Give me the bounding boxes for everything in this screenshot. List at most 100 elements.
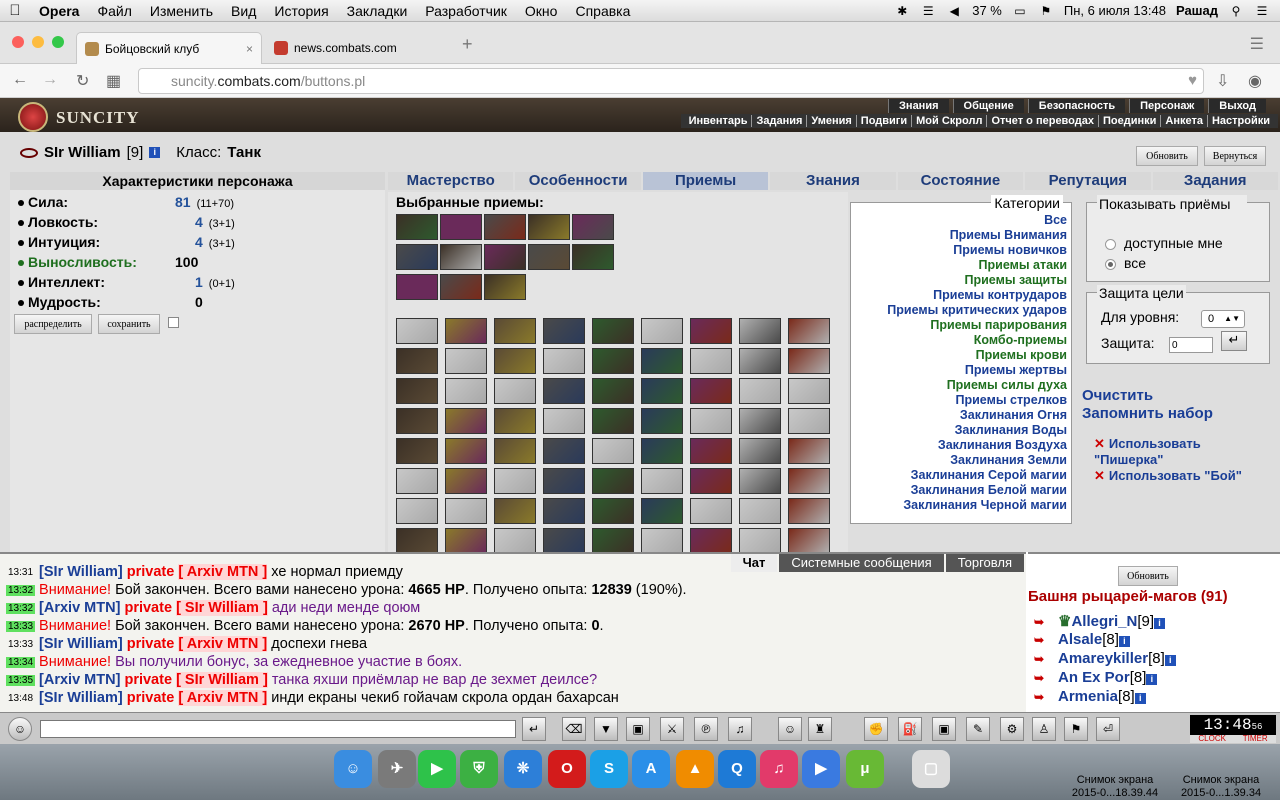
chat-timestamp[interactable]: 13:32	[6, 602, 36, 614]
smile-icon[interactable]: ☺	[778, 717, 802, 741]
chat-timestamp[interactable]: 13:33	[6, 638, 36, 650]
maximize-window-icon[interactable]	[52, 36, 64, 48]
launchpad-icon[interactable]: ✈	[378, 750, 416, 788]
subnav-fights[interactable]: Поединки	[1097, 115, 1160, 127]
level-select[interactable]: 0 ▲▼	[1201, 310, 1245, 328]
skill-icon[interactable]	[494, 318, 536, 344]
vlc-icon[interactable]: ▲	[676, 750, 714, 788]
skill-icon[interactable]	[445, 408, 487, 434]
online-user[interactable]: ➥ An Ex Por[8] i	[1034, 669, 1158, 686]
skill-icon[interactable]	[592, 468, 634, 494]
fight-icon[interactable]: ⚔	[660, 717, 684, 741]
skill-icon[interactable]	[641, 378, 683, 404]
tab-features[interactable]: Особенности	[515, 172, 641, 190]
reload-icon[interactable]: ↻	[76, 71, 89, 91]
skill-icon[interactable]	[788, 408, 830, 434]
use-pisherka-link[interactable]: ✕ Использовать	[1094, 436, 1201, 452]
distribute-button[interactable]: распределить	[14, 314, 92, 334]
nav-character[interactable]: Персонаж	[1129, 99, 1205, 113]
map-icon[interactable]: ⚑	[1064, 717, 1088, 741]
online-user[interactable]: ➥ Alsale[8] i	[1034, 631, 1130, 648]
chat-recipient[interactable]: Arxiv MTN	[187, 636, 259, 652]
remember-set-link[interactable]: Запомнить набор	[1082, 405, 1213, 422]
save-icon[interactable]: ▣	[626, 717, 650, 741]
category-item[interactable]: Приемы стрелков	[956, 393, 1068, 407]
speed-dial-icon[interactable]: ▦	[106, 71, 121, 91]
skill-icon[interactable]	[690, 528, 732, 554]
skill-icon[interactable]	[396, 408, 438, 434]
online-user[interactable]: ➥ Amareykiller[8] i	[1034, 650, 1176, 667]
category-item[interactable]: Приемы атаки	[979, 258, 1067, 272]
skill-icon[interactable]	[739, 498, 781, 524]
music-icon[interactable]: ♫	[728, 717, 752, 741]
user-name[interactable]: Alsale	[1058, 631, 1102, 648]
tab-techniques[interactable]: Приемы	[642, 172, 769, 190]
finder-icon[interactable]: ☺	[334, 750, 372, 788]
selected-skill-icon[interactable]	[396, 244, 438, 270]
chat-recipient[interactable]: SIr William	[185, 672, 259, 688]
skill-icon[interactable]	[396, 378, 438, 404]
exit-icon[interactable]: ⏎	[1096, 717, 1120, 741]
chat-timestamp[interactable]: 13:35	[6, 674, 36, 686]
flag-icon[interactable]: ⚑	[1038, 4, 1054, 18]
radio-icon[interactable]	[1105, 238, 1116, 250]
subnav-quests[interactable]: Задания	[751, 115, 806, 127]
chat-timestamp[interactable]: 13:34	[6, 656, 36, 668]
skill-icon[interactable]	[788, 348, 830, 374]
chat-timestamp[interactable]: 13:32	[6, 584, 36, 596]
skill-icon[interactable]	[690, 318, 732, 344]
menu-help[interactable]: Справка	[566, 3, 639, 19]
subnav-settings[interactable]: Настройки	[1206, 115, 1274, 127]
itunes-icon[interactable]: ♫	[760, 750, 798, 788]
skill-icon[interactable]	[543, 318, 585, 344]
skill-icon[interactable]	[592, 528, 634, 554]
skill-icon[interactable]	[739, 318, 781, 344]
utorrent-icon[interactable]: μ	[846, 750, 884, 788]
skill-icon[interactable]	[690, 378, 732, 404]
subnav-inventory[interactable]: Инвентарь	[685, 115, 752, 127]
category-item[interactable]: Приемы крови	[976, 348, 1067, 362]
skill-icon[interactable]	[445, 348, 487, 374]
battery-icon[interactable]: ▭	[1012, 4, 1028, 18]
skill-icon[interactable]	[592, 498, 634, 524]
skill-icon[interactable]	[788, 528, 830, 554]
selected-skill-icon[interactable]	[440, 274, 482, 300]
tab-combats[interactable]: Бойцовский клуб ×	[76, 32, 262, 64]
skill-icon[interactable]	[592, 378, 634, 404]
chat-timestamp[interactable]: 13:48	[6, 692, 36, 704]
gear-icon[interactable]: ⚙	[1000, 717, 1024, 741]
smiley-head-icon[interactable]: ☺	[8, 717, 32, 741]
skill-icon[interactable]	[641, 438, 683, 464]
skill-icon[interactable]	[690, 498, 732, 524]
account-icon[interactable]: ◉	[1248, 71, 1262, 91]
skill-icon[interactable]	[788, 378, 830, 404]
skill-icon[interactable]	[690, 408, 732, 434]
quicktime-icon[interactable]: Q	[718, 750, 756, 788]
skill-icon[interactable]	[641, 318, 683, 344]
skill-icon[interactable]	[494, 378, 536, 404]
category-item[interactable]: Приемы контрударов	[933, 288, 1067, 302]
scroll-icon[interactable]: ✎	[966, 717, 990, 741]
minimize-window-icon[interactable]	[32, 36, 44, 48]
skill-icon[interactable]	[445, 318, 487, 344]
url-input[interactable]: suncity. combats.com/buttons.pl ♥	[138, 68, 1204, 94]
skill-icon[interactable]	[592, 348, 634, 374]
safari-icon[interactable]: ❊	[504, 750, 542, 788]
apple-icon[interactable]: 	[0, 2, 30, 19]
info-icon[interactable]: i	[1154, 618, 1165, 629]
clear-link[interactable]: Очистить	[1082, 387, 1153, 404]
wifi-icon[interactable]: ☰	[920, 4, 936, 18]
category-item[interactable]: Заклинания Воды	[955, 423, 1067, 437]
nav-exit[interactable]: Выход	[1208, 99, 1266, 113]
dock-file-1[interactable]: Снимок экрана 2015-0...18.39.44	[1070, 774, 1160, 800]
list-icon[interactable]: ☰	[1254, 4, 1270, 18]
skill-icon[interactable]	[641, 528, 683, 554]
selected-skill-icon[interactable]	[572, 244, 614, 270]
info-icon[interactable]: i	[1118, 636, 1130, 647]
clock-datetime[interactable]: Пн, 6 июля 13:48	[1064, 3, 1166, 18]
radio-icon[interactable]	[1105, 258, 1116, 270]
fist-icon[interactable]: ✊	[864, 717, 888, 741]
show-all-radio[interactable]: все	[1105, 255, 1146, 271]
selected-skill-icon[interactable]	[528, 244, 570, 270]
filter-icon[interactable]: ▼	[594, 717, 618, 741]
